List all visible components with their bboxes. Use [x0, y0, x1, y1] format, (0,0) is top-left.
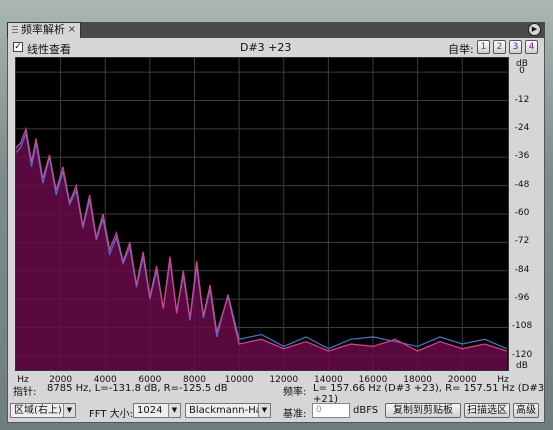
cursor-label: 指针: [13, 387, 37, 398]
drag-grip-icon[interactable] [12, 25, 18, 35]
top-toolbar: ✓ 线性查看 D#3 +23 自举: 1 2 3 4 [7, 38, 545, 58]
linear-view-checkbox[interactable]: ✓ [13, 42, 23, 52]
y-tick-label: 0 [519, 66, 525, 77]
range-select[interactable]: 区域(右上) ▼ [10, 403, 76, 418]
y-tick-label: -48 [514, 179, 530, 190]
panel-menu-icon[interactable]: ▶ [528, 23, 541, 36]
range-select-value: 区域(右上) [14, 405, 62, 416]
scan-selection-button[interactable]: 扫描选区 [464, 403, 510, 418]
tab-title: 频率解析 [21, 23, 65, 36]
y-tick-label: -12 [514, 94, 530, 105]
spectrum-chart [16, 58, 508, 370]
fft-size-value: 1024 [137, 405, 163, 416]
close-icon[interactable]: × [68, 23, 76, 37]
reference-unit: dBFS [353, 405, 379, 416]
chevron-down-icon: ▼ [63, 404, 75, 417]
frequency-label: 频率: [283, 387, 307, 398]
y-tick-label: -72 [514, 236, 530, 247]
window-function-select[interactable]: Blackmann-Harris ▼ [185, 403, 271, 418]
fft-size-select[interactable]: 1024 ▼ [133, 403, 181, 418]
custom-presets-label: 自举: [448, 43, 474, 56]
preset-button-1[interactable]: 1 [477, 40, 490, 54]
series-area [16, 128, 508, 370]
note-readout: D#3 +23 [240, 41, 292, 54]
preset-button-3[interactable]: 3 [509, 40, 522, 54]
linear-view-label: 线性查看 [27, 43, 71, 56]
plot-area[interactable] [15, 57, 509, 371]
spectrum-plot: dB 0 -12 -24 -36 -48 -60 -72 -84 -96 -108 -120 dB Hz… [15, 57, 535, 385]
status-row: 指针: 8785 Hz, L=-131.8 dB, R=-125.5 dB 频率… [7, 381, 545, 405]
cursor-value: 8785 Hz, L=-131.8 dB, R=-125.5 dB [47, 383, 228, 394]
y-tick-label: -84 [514, 264, 530, 275]
y-tick-label: -96 [514, 293, 530, 304]
reference-input[interactable]: 0 [312, 403, 350, 418]
reference-label: 基准: [283, 409, 307, 420]
y-tick-label: -60 [514, 208, 530, 218]
chevron-down-icon: ▼ [168, 404, 180, 417]
y-tick-label: -108 [511, 321, 533, 332]
y-tick-label: dB [516, 361, 528, 371]
preset-button-2[interactable]: 2 [493, 40, 506, 54]
advanced-button[interactable]: 高级 [513, 403, 539, 418]
chevron-down-icon: ▼ [258, 404, 270, 417]
tab-frequency-analysis[interactable]: 频率解析 × [7, 22, 81, 38]
copy-to-clipboard-button[interactable]: 复制到剪贴板 [385, 403, 461, 418]
panel-tab-bar: 频率解析 × ▶ [7, 22, 545, 38]
controls-row: 区域(右上) ▼ FFT 大小: 1024 ▼ Blackmann-Harris… [7, 400, 545, 420]
preset-button-4[interactable]: 4 [525, 40, 538, 54]
y-tick-label: -120 [511, 349, 533, 360]
y-tick-label: -36 [514, 151, 530, 162]
y-tick-label: -24 [514, 122, 530, 133]
fft-size-label: FFT 大小: [89, 409, 133, 420]
